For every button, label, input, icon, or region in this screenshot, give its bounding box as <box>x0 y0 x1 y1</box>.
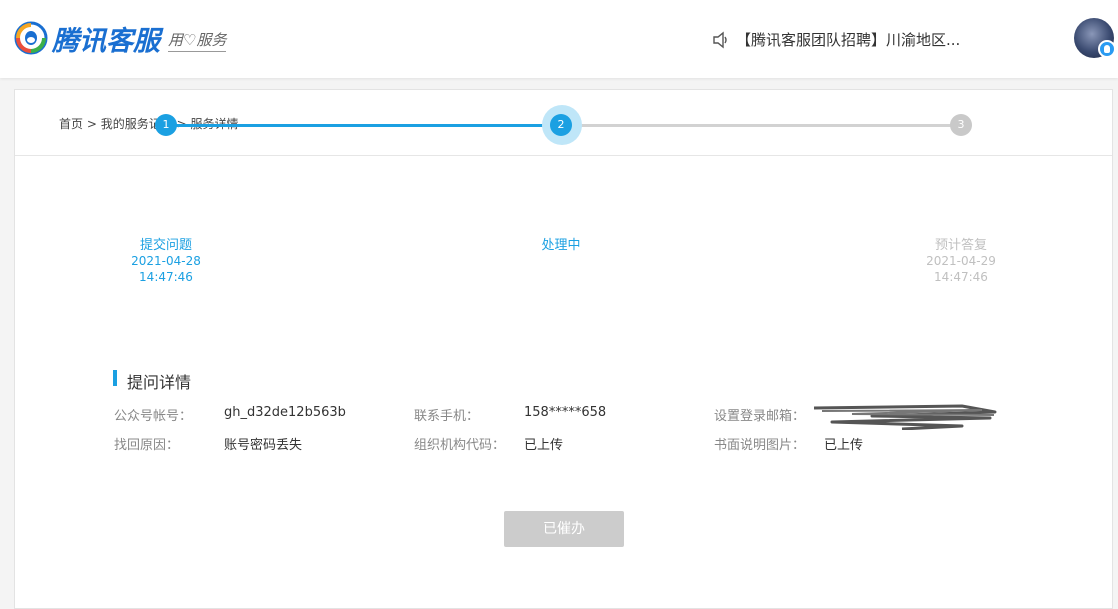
breadcrumb-separator: > <box>86 117 97 131</box>
announcement-link[interactable]: 【腾讯客服团队招聘】川渝地区... <box>712 29 960 50</box>
announcement-text: 【腾讯客服团队招聘】川渝地区... <box>736 31 961 49</box>
field-value-reason: 账号密码丢失 <box>224 438 303 453</box>
field-label-phone: 联系手机： <box>414 409 480 424</box>
section-title: 提问详情 <box>127 373 192 392</box>
logo-slogan: 用♡服务 <box>168 29 227 52</box>
field-value-phone: 158*****658 <box>524 405 607 420</box>
step-1-time: 14:47:46 <box>139 270 193 284</box>
progress-line-pending <box>562 124 962 127</box>
field-value-account: gh_d32de12b563b <box>224 405 346 420</box>
tencent-service-logo[interactable]: 腾讯客服 用♡服务 <box>14 20 227 57</box>
step-2-marker: 2 <box>550 114 572 136</box>
field-label-org-code: 组织机构代码： <box>414 438 506 453</box>
step-1-title: 提交问题 <box>139 238 192 253</box>
qq-badge-icon <box>1098 40 1116 58</box>
field-label-email: 设置登录邮箱： <box>714 409 806 424</box>
logo-icon <box>14 21 48 55</box>
field-label-statement-image: 书面说明图片： <box>714 438 806 453</box>
top-header: 腾讯客服 用♡服务 【腾讯客服团队招聘】川渝地区... <box>0 0 1118 78</box>
step-1-date: 2021-04-28 <box>131 254 201 268</box>
step-3-time: 14:47:46 <box>934 270 988 284</box>
step-2-title: 处理中 <box>541 238 581 253</box>
breadcrumb-home[interactable]: 首页 <box>59 117 83 131</box>
urged-button[interactable]: 已催办 <box>504 511 624 547</box>
section-accent-bar <box>113 370 117 386</box>
divider <box>15 155 1112 156</box>
redacted-email-scribble <box>813 404 997 430</box>
progress-line-completed <box>166 124 562 127</box>
field-value-org-code: 已上传 <box>524 438 564 453</box>
step-3-date: 2021-04-29 <box>926 254 996 268</box>
field-label-account: 公众号帐号： <box>114 409 193 424</box>
logo-text: 腾讯客服 <box>52 25 160 57</box>
field-value-statement-image: 已上传 <box>824 438 864 453</box>
field-label-reason: 找回原因： <box>114 438 180 453</box>
speaker-icon <box>713 31 727 48</box>
step-1-marker: 1 <box>155 114 177 136</box>
step-3-title: 预计答复 <box>934 238 987 253</box>
step-3-marker: 3 <box>950 114 972 136</box>
